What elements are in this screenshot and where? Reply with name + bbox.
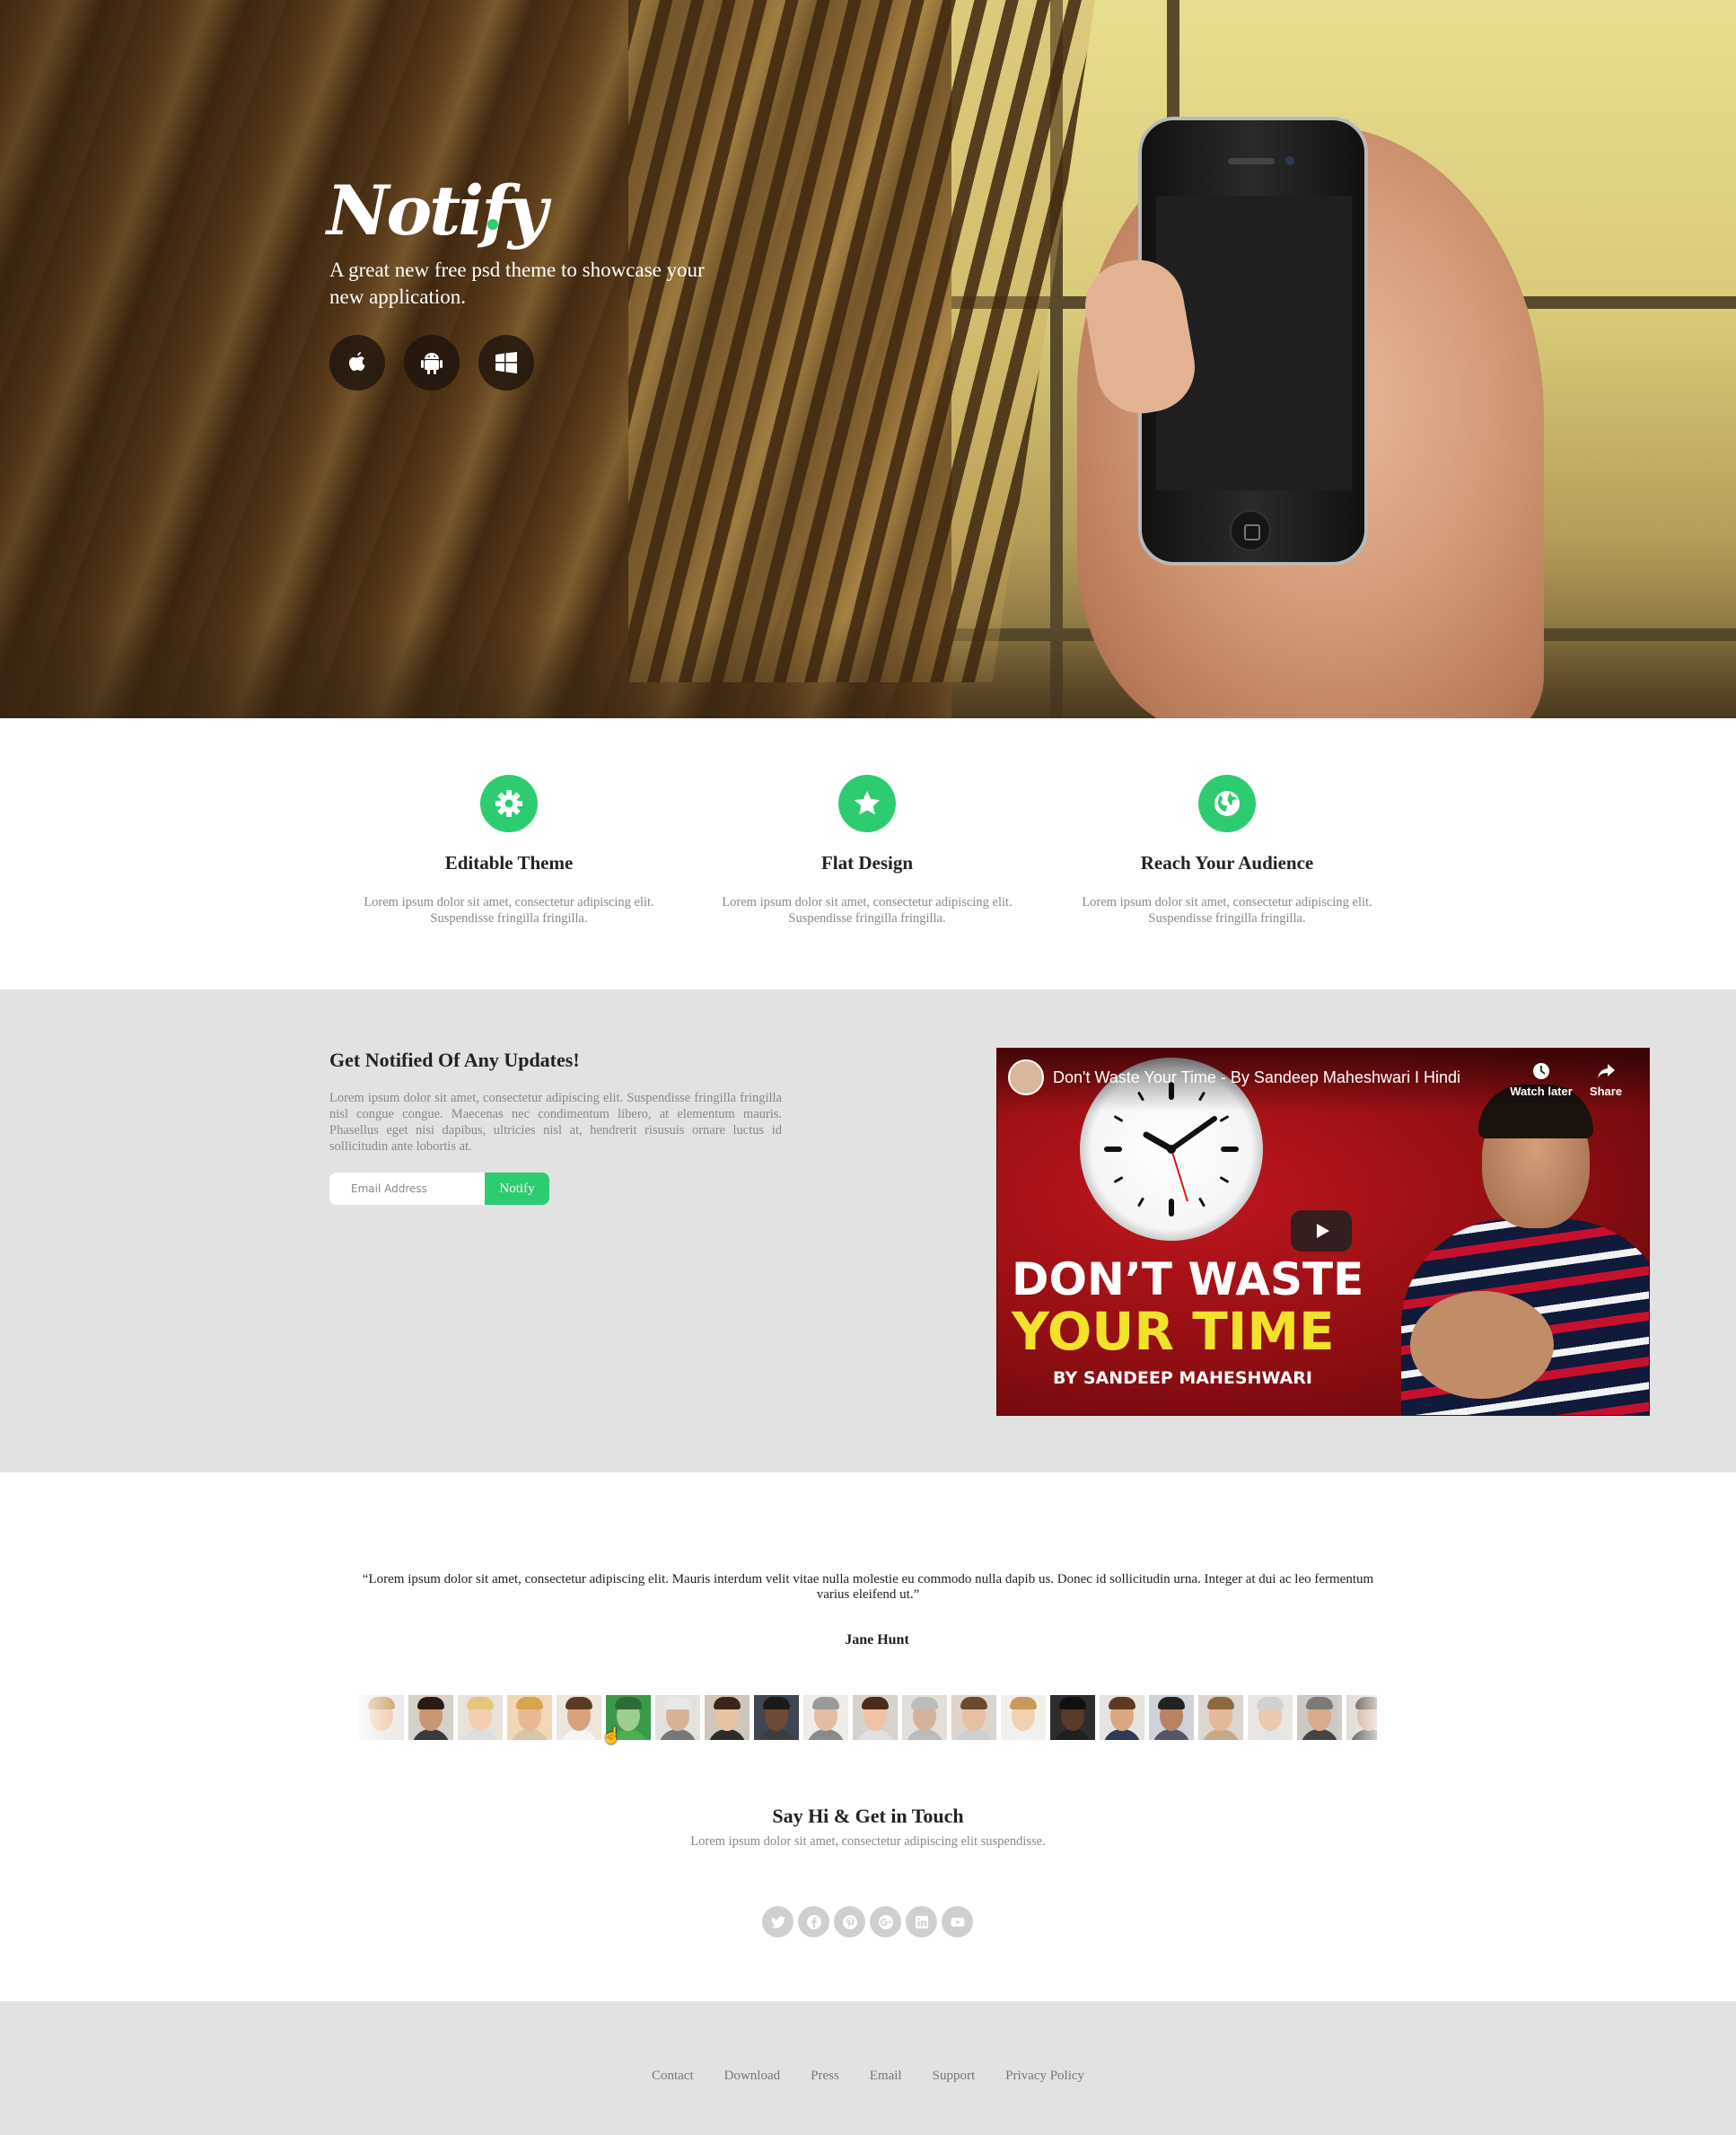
mouse-cursor: ☝	[601, 1726, 622, 1744]
testimonial-avatar[interactable]	[1050, 1695, 1095, 1740]
brand-logo[interactable]: Notify	[327, 171, 548, 250]
testimonial-quote: “Lorem ipsum dolor sit amet, consectetur…	[362, 1572, 1374, 1602]
testimonial-avatar[interactable]	[1149, 1695, 1194, 1740]
testimonial-avatar[interactable]	[754, 1695, 799, 1740]
feature-text: Lorem ipsum dolor sit amet, consectetur …	[364, 895, 654, 926]
email-input[interactable]	[329, 1173, 485, 1205]
testimonial-avatar[interactable]	[803, 1695, 848, 1740]
footer-nav: Contact Download Press Email Support Pri…	[0, 2068, 1736, 2084]
video-thumbnail-byline: BY SANDEEP MAHESHWARI	[1053, 1368, 1312, 1388]
testimonial-avatar[interactable]	[705, 1695, 750, 1740]
social-links	[762, 1906, 973, 1937]
testimonial-avatar[interactable]	[507, 1695, 552, 1740]
video-thumbnail-headline: DON’T WASTE YOUR TIME	[1012, 1253, 1364, 1362]
twitter-icon	[770, 1915, 785, 1929]
hero-tagline: A great new free psd theme to showcase y…	[329, 259, 705, 308]
watch-later-button[interactable]: Watch later	[1505, 1061, 1577, 1098]
notify-description: Lorem ipsum dolor sit amet, consectetur …	[329, 1091, 782, 1154]
testimonial-avatar[interactable]	[359, 1695, 404, 1740]
apple-download-button[interactable]	[329, 335, 385, 391]
video-title[interactable]: Don't Waste Your Time - By Sandeep Mahes…	[1053, 1068, 1460, 1087]
feature-reach-audience: Reach Your Audience Lorem ipsum dolor si…	[1079, 775, 1375, 927]
windows-download-button[interactable]	[478, 335, 534, 391]
linkedin-link[interactable]	[906, 1906, 937, 1937]
feature-editable-theme: Editable Theme Lorem ipsum dolor sit ame…	[361, 775, 657, 927]
footer: Contact Download Press Email Support Pri…	[0, 2001, 1736, 2135]
gear-icon	[495, 790, 522, 817]
testimonial-avatar[interactable]	[458, 1695, 503, 1740]
contact-description: Lorem ipsum dolor sit amet, consectetur …	[690, 1834, 1046, 1849]
channel-avatar[interactable]	[1008, 1059, 1044, 1095]
google-plus-link[interactable]	[870, 1906, 901, 1937]
testimonial-avatar[interactable]	[1100, 1695, 1144, 1740]
apple-icon	[349, 352, 365, 371]
footer-link-contact[interactable]: Contact	[652, 2069, 694, 2084]
feature-title: Flat Design	[820, 852, 914, 874]
testimonial-avatar[interactable]	[408, 1695, 453, 1740]
footer-link-support[interactable]: Support	[933, 2069, 976, 2084]
video-embed[interactable]: Don't Waste Your Time - By Sandeep Mahes…	[996, 1048, 1650, 1416]
share-label: Share	[1589, 1085, 1623, 1098]
share-icon	[1598, 1064, 1615, 1078]
testimonial-avatar[interactable]	[902, 1695, 947, 1740]
footer-link-download[interactable]: Download	[724, 2069, 781, 2084]
platform-buttons	[329, 335, 534, 391]
testimonial-author: Jane Hunt	[845, 1632, 909, 1647]
feature-title: Editable Theme	[444, 852, 574, 874]
clock-icon	[1533, 1063, 1549, 1079]
youtube-icon	[951, 1917, 964, 1927]
share-button[interactable]: Share	[1570, 1061, 1642, 1098]
testimonial-avatar[interactable]	[1001, 1695, 1046, 1740]
testimonial-avatar[interactable]	[853, 1695, 898, 1740]
brand-logo-dot	[487, 219, 498, 230]
twitter-link[interactable]	[762, 1906, 793, 1937]
star-icon	[855, 791, 880, 815]
globe-icon	[1214, 791, 1240, 816]
phone-home-button	[1230, 510, 1271, 551]
windows-icon	[495, 352, 517, 373]
footer-link-press[interactable]: Press	[811, 2069, 839, 2084]
footer-link-privacy-policy[interactable]: Privacy Policy	[1005, 2069, 1084, 2084]
facebook-link[interactable]	[798, 1906, 829, 1937]
linkedin-icon	[915, 1915, 928, 1929]
speaker-image	[1383, 1085, 1649, 1415]
testimonial-avatar-strip	[359, 1695, 1391, 1740]
pinterest-link[interactable]	[834, 1906, 865, 1937]
testimonial-avatar[interactable]	[1297, 1695, 1342, 1740]
pinterest-icon	[842, 1914, 857, 1929]
notify-form: Notify	[329, 1173, 549, 1205]
android-icon	[421, 353, 443, 374]
facebook-icon	[806, 1914, 821, 1929]
watch-later-label: Watch later	[1510, 1085, 1573, 1098]
contact-title: Say Hi & Get in Touch	[772, 1805, 964, 1827]
feature-text: Lorem ipsum dolor sit amet, consectetur …	[1082, 895, 1372, 926]
google-plus-icon	[878, 1914, 893, 1929]
testimonial-avatar[interactable]	[1248, 1695, 1293, 1740]
play-icon	[1317, 1224, 1329, 1238]
testimonial-avatar[interactable]	[557, 1695, 601, 1740]
testimonial-avatar[interactable]	[1198, 1695, 1243, 1740]
notify-title: Get Notified Of Any Updates!	[329, 1049, 580, 1071]
feature-text: Lorem ipsum dolor sit amet, consectetur …	[722, 895, 1013, 926]
testimonial-avatar[interactable]	[1346, 1695, 1391, 1740]
footer-link-email[interactable]: Email	[870, 2069, 902, 2084]
youtube-link[interactable]	[942, 1906, 973, 1937]
notify-button[interactable]: Notify	[485, 1173, 549, 1205]
testimonial-avatar[interactable]	[951, 1695, 996, 1740]
hero-section: Notify A great new free psd theme to sho…	[0, 0, 1736, 718]
testimonial-avatar[interactable]	[655, 1695, 700, 1740]
notify-section: Get Notified Of Any Updates! Lorem ipsum…	[0, 989, 1736, 1472]
feature-flat-design: Flat Design Lorem ipsum dolor sit amet, …	[719, 775, 1015, 927]
features-section: Editable Theme Lorem ipsum dolor sit ame…	[0, 718, 1736, 989]
play-button[interactable]	[1291, 1210, 1352, 1252]
feature-title: Reach Your Audience	[1140, 852, 1314, 874]
android-download-button[interactable]	[404, 335, 460, 391]
